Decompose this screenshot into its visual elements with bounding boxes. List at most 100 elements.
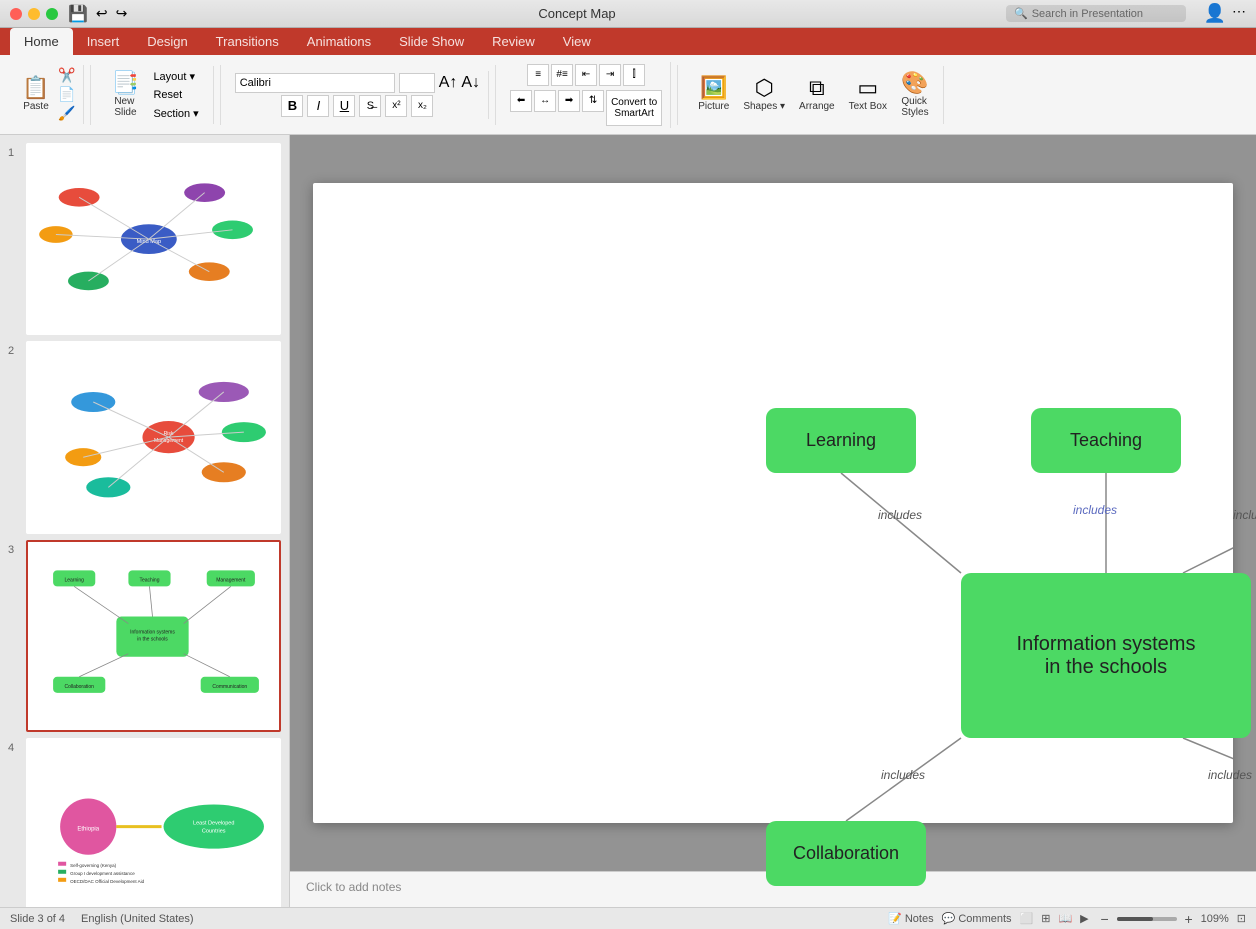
zoom-slider[interactable]	[1117, 917, 1177, 921]
shapes-button[interactable]: ⬡ Shapes ▾	[737, 73, 791, 116]
paste-icon: 📋	[22, 77, 49, 99]
align-right-button[interactable]: ➡	[558, 90, 580, 112]
subscript-button[interactable]: x₂	[411, 95, 433, 117]
traffic-lights[interactable]	[10, 8, 58, 20]
sep1	[90, 65, 91, 125]
normal-view-icon[interactable]: ⬜	[1020, 912, 1034, 925]
slide1-preview: Mind Map	[28, 145, 279, 333]
zoom-level: 109%	[1201, 913, 1229, 925]
convert-smartart-button[interactable]: Convert toSmartArt	[606, 90, 662, 126]
slide-thumb-1[interactable]: 1 Mind Map	[8, 143, 281, 335]
quick-styles-button[interactable]: 🎨 QuickStyles	[895, 68, 935, 122]
svg-text:Communication: Communication	[212, 683, 247, 689]
align-left-button[interactable]: ⬅	[510, 90, 532, 112]
app-body: 1 Mind Map	[0, 135, 1256, 907]
zoom-out-button[interactable]: −	[1097, 911, 1113, 927]
search-box[interactable]: 🔍 Search in Presentation	[1006, 5, 1186, 22]
picture-icon: 🖼️	[700, 77, 727, 99]
slide-image-1[interactable]: Mind Map	[26, 143, 281, 335]
slide-image-3[interactable]: Information systems in the schools Learn…	[26, 540, 281, 732]
increase-font-icon[interactable]: A↑	[439, 74, 458, 92]
slide-canvas-wrapper: includes includes includes includes incl…	[290, 135, 1256, 871]
learning-node[interactable]: Learning	[766, 408, 916, 473]
reset-button[interactable]: Reset	[147, 87, 204, 103]
font-size-dropdown[interactable]	[399, 73, 435, 93]
picture-label: Picture	[698, 101, 729, 112]
svg-text:OECD/DAC Official Development: OECD/DAC Official Development Aid	[70, 879, 144, 884]
slide-image-2[interactable]: Risk Management	[26, 341, 281, 533]
undo-icon[interactable]: ↩	[96, 5, 108, 22]
tab-slideshow[interactable]: Slide Show	[385, 28, 478, 55]
close-button[interactable]	[10, 8, 22, 20]
slide-panel[interactable]: 1 Mind Map	[0, 135, 290, 907]
status-bar: Slide 3 of 4 English (United States) 📝 N…	[0, 907, 1256, 929]
tab-animations[interactable]: Animations	[293, 28, 385, 55]
superscript-button[interactable]: x²	[385, 95, 407, 117]
decrease-indent-button[interactable]: ⇤	[575, 64, 597, 86]
svg-text:Countries: Countries	[202, 828, 226, 834]
tab-home[interactable]: Home	[10, 28, 73, 55]
minimize-button[interactable]	[28, 8, 40, 20]
window-title: Concept Map	[148, 6, 1006, 21]
ribbon-tabs: Home Insert Design Transitions Animation…	[0, 28, 1256, 55]
edge-label-collaboration: includes	[881, 768, 925, 782]
increase-indent-button[interactable]: ⇥	[599, 64, 621, 86]
zoom-in-button[interactable]: +	[1181, 911, 1197, 927]
tab-review[interactable]: Review	[478, 28, 549, 55]
zoom-control[interactable]: − + 109%	[1097, 911, 1229, 927]
font-family-dropdown[interactable]: Calibri	[235, 73, 395, 93]
strikethrough-button[interactable]: S̶	[359, 95, 381, 117]
slides-section: 📑 NewSlide Layout ▾ Reset Section ▾	[97, 66, 213, 124]
arrange-icon: ⧉	[809, 77, 825, 99]
section-button[interactable]: Section ▾	[147, 105, 204, 122]
user-icon[interactable]: 👤	[1204, 3, 1226, 24]
italic-button[interactable]: I	[307, 95, 329, 117]
share-icon[interactable]: ⋯	[1232, 3, 1246, 24]
tab-insert[interactable]: Insert	[73, 28, 134, 55]
bold-button[interactable]: B	[281, 95, 303, 117]
bullet-list-button[interactable]: ≡	[527, 64, 549, 86]
language-info: English (United States)	[81, 913, 194, 925]
quick-styles-label: QuickStyles	[901, 96, 928, 118]
underline-button[interactable]: U	[333, 95, 355, 117]
slide-thumb-3[interactable]: 3 Information systems in the schools Lea…	[8, 540, 281, 732]
paste-label: Paste	[23, 101, 49, 112]
slide-image-4[interactable]: Ethiopia Least Developed Countries Self-…	[26, 738, 281, 907]
reading-view-icon[interactable]: 📖	[1058, 912, 1072, 925]
paste-button[interactable]: 📋 Paste	[16, 73, 56, 116]
copy-icon[interactable]: 📄	[58, 86, 75, 103]
columns-button[interactable]: ⫿	[623, 64, 645, 86]
new-slide-button[interactable]: 📑 NewSlide	[105, 68, 145, 122]
picture-button[interactable]: 🖼️ Picture	[692, 73, 735, 116]
clipboard-section: 📋 Paste ✂️ 📄 🖌️	[8, 65, 84, 124]
text-box-button[interactable]: ▭ Text Box	[843, 73, 893, 116]
collaboration-label: Collaboration	[793, 843, 899, 864]
text-direction-button[interactable]: ⇅	[582, 90, 604, 112]
decrease-font-icon[interactable]: A↓	[461, 74, 480, 92]
slide-number-1: 1	[8, 143, 26, 159]
tab-transitions[interactable]: Transitions	[202, 28, 293, 55]
tab-view[interactable]: View	[549, 28, 605, 55]
slide-thumb-4[interactable]: 4 Ethiopia Least Developed Countries	[8, 738, 281, 907]
slide-thumb-2[interactable]: 2 Risk Management	[8, 341, 281, 533]
collaboration-node[interactable]: Collaboration	[766, 821, 926, 886]
sep4	[677, 65, 678, 125]
fit-window-icon[interactable]: ⊡	[1237, 912, 1246, 925]
redo-icon[interactable]: ↪	[116, 5, 128, 22]
align-center-button[interactable]: ↔	[534, 90, 556, 112]
notes-button[interactable]: 📝 Notes	[888, 912, 934, 925]
layout-button[interactable]: Layout ▾	[147, 68, 204, 85]
teaching-node[interactable]: Teaching	[1031, 408, 1181, 473]
slide-sorter-icon[interactable]: ⊞	[1041, 912, 1050, 925]
numbered-list-button[interactable]: #≡	[551, 64, 573, 86]
svg-text:in the schools: in the schools	[137, 636, 168, 642]
cut-icon[interactable]: ✂️	[58, 67, 75, 84]
center-node[interactable]: Information systems in the schools	[961, 573, 1251, 738]
format-painter-icon[interactable]: 🖌️	[58, 105, 75, 122]
arrange-button[interactable]: ⧉ Arrange	[793, 73, 841, 116]
comments-button[interactable]: 💬 Comments	[942, 912, 1012, 925]
tab-design[interactable]: Design	[133, 28, 201, 55]
slide-canvas[interactable]: includes includes includes includes incl…	[313, 183, 1233, 823]
maximize-button[interactable]	[46, 8, 58, 20]
slideshow-icon[interactable]: ▶	[1080, 912, 1088, 925]
